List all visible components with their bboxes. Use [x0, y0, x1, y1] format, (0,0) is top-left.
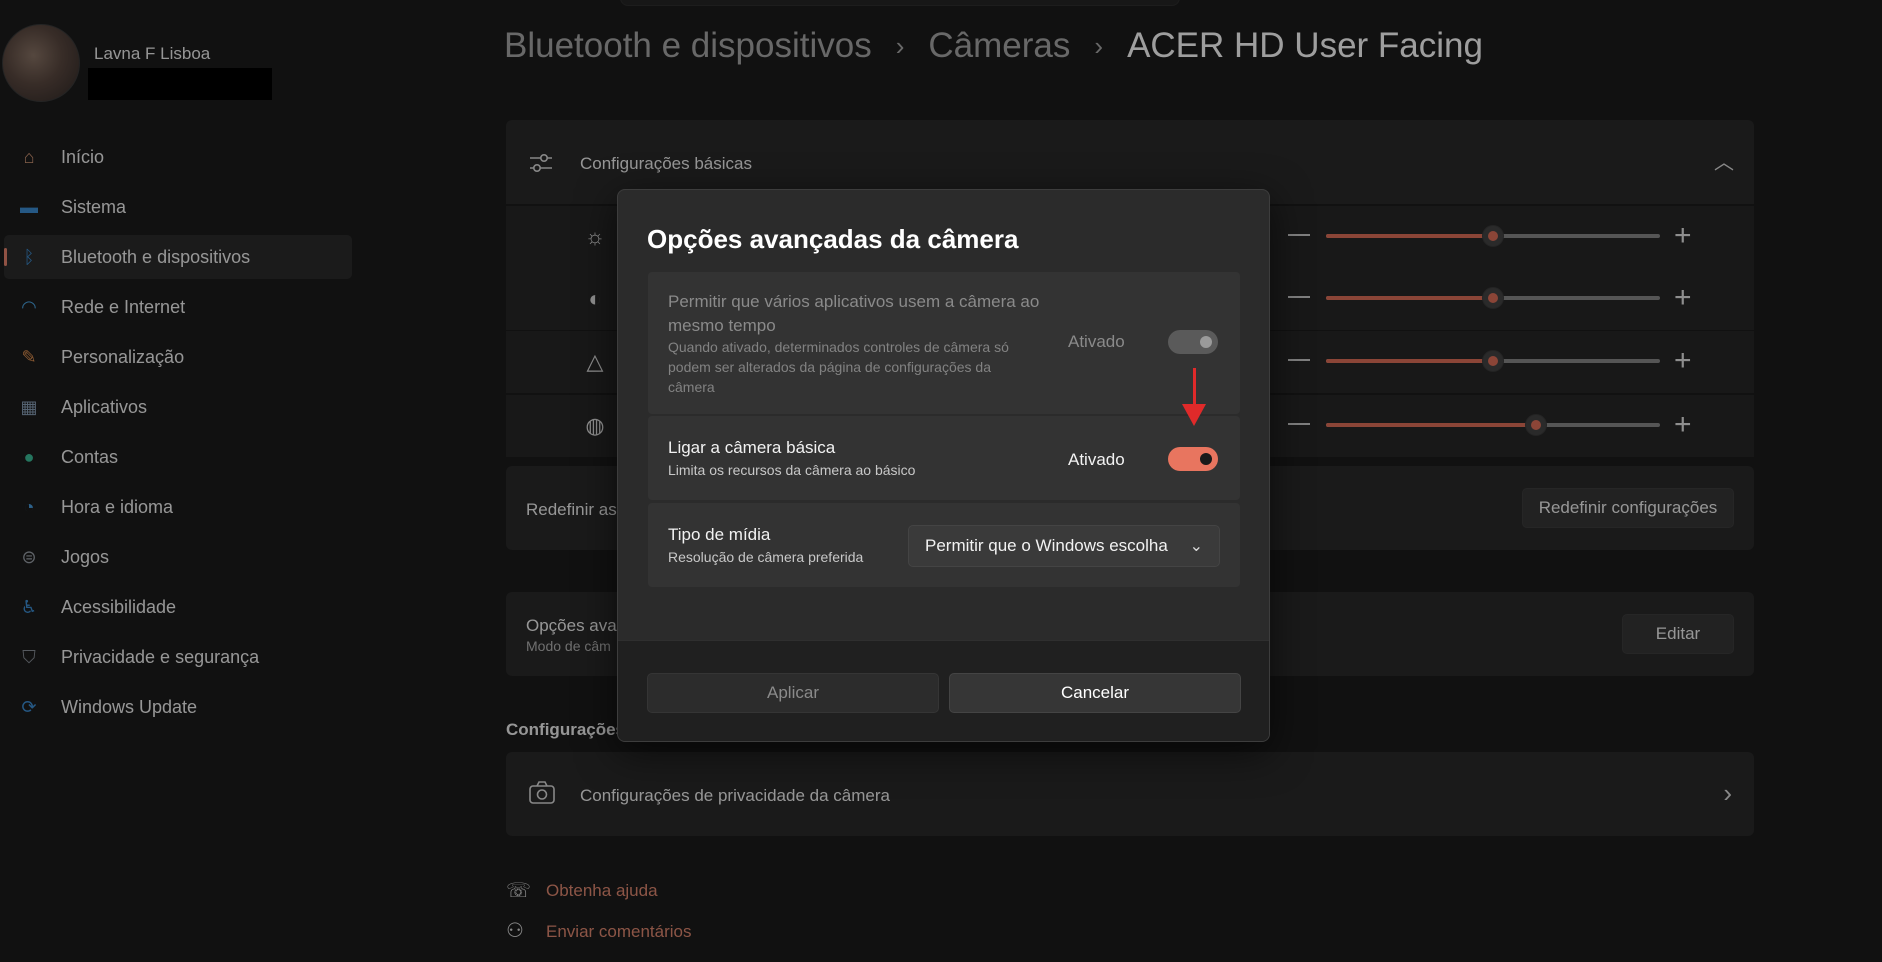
dialog-footer: Aplicar Cancelar	[618, 640, 1269, 741]
arrow-head	[1182, 404, 1206, 426]
media-type-selected: Permitir que o Windows escolha	[925, 536, 1168, 555]
basic-camera-option: Ligar a câmera básica Limita os recursos…	[648, 416, 1240, 500]
multi-app-title-line1: Permitir que vários aplicativos usem a c…	[668, 292, 1040, 311]
cancel-button[interactable]: Cancelar	[949, 673, 1241, 713]
advanced-camera-options-dialog: Opções avançadas da câmera Permitir que …	[617, 189, 1270, 742]
multi-app-toggle	[1168, 330, 1218, 354]
media-type-select[interactable]: Permitir que o Windows escolha ⌄	[908, 525, 1220, 567]
multi-app-title: Permitir que vários aplicativos usem a c…	[668, 290, 1039, 338]
basic-camera-title: Ligar a câmera básica	[668, 438, 836, 457]
multi-app-desc: Quando ativado, determinados controles d…	[668, 337, 1009, 397]
chevron-down-icon: ⌄	[1189, 538, 1203, 555]
arrow-shaft	[1193, 368, 1196, 408]
multi-app-state: Ativado	[1068, 332, 1125, 351]
dialog-title: Opções avançadas da câmera	[647, 224, 1019, 254]
media-type-desc: Resolução de câmera preferida	[668, 549, 864, 565]
media-type-option: Tipo de mídia Resolução de câmera prefer…	[648, 503, 1240, 587]
multi-app-title-line2: mesmo tempo	[668, 316, 776, 335]
multi-app-desc-line2: podem ser alterados da página de configu…	[668, 359, 991, 375]
multi-app-option: Permitir que vários aplicativos usem a c…	[648, 272, 1240, 414]
media-type-title: Tipo de mídia	[668, 525, 771, 544]
multi-app-desc-line3: câmera	[668, 379, 715, 395]
annotation-arrow	[1182, 368, 1206, 428]
apply-button[interactable]: Aplicar	[647, 673, 939, 713]
multi-app-desc-line1: Quando ativado, determinados controles d…	[668, 339, 1009, 355]
basic-camera-state: Ativado	[1068, 450, 1125, 469]
basic-camera-desc: Limita os recursos da câmera ao básico	[668, 462, 916, 478]
basic-camera-toggle[interactable]	[1168, 447, 1218, 471]
